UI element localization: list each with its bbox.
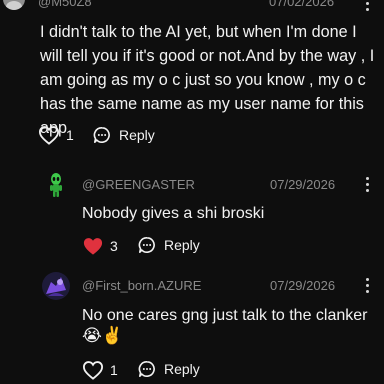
like-count: 3 (110, 238, 118, 254)
comment-text: I didn't talk to the AI yet, but when I'… (40, 23, 375, 137)
reply-label: Reply (164, 361, 200, 377)
reply-button[interactable]: Reply (93, 126, 155, 144)
reply-username[interactable]: @First_born.AZURE (82, 278, 201, 293)
like-button[interactable]: 3 (82, 236, 118, 256)
heart-outline-icon (82, 361, 104, 380)
reply-label: Reply (119, 127, 155, 143)
reply-text: No one cares gng just talk to the clanke… (82, 307, 368, 324)
like-count: 1 (66, 127, 74, 143)
more-options-icon[interactable] (366, 0, 369, 11)
reply-button[interactable]: Reply (138, 236, 200, 254)
like-button[interactable]: 1 (38, 125, 74, 145)
more-options-icon[interactable] (366, 278, 369, 293)
comment-username[interactable]: @M50Z8 (38, 0, 92, 9)
avatar[interactable] (3, 0, 25, 10)
avatar[interactable] (42, 170, 70, 198)
heart-outline-icon (38, 126, 60, 145)
like-button[interactable]: 1 (82, 360, 118, 380)
reply-date: 07/29/2026 (270, 278, 336, 293)
chat-bubble-icon (138, 360, 155, 378)
reply-label: Reply (164, 237, 200, 253)
chat-bubble-icon (93, 126, 110, 144)
green-alien-icon (50, 173, 62, 197)
reply-date: 07/29/2026 (270, 177, 336, 192)
purple-character-icon (46, 277, 66, 296)
heart-filled-icon (83, 238, 103, 255)
reply-username[interactable]: @GREENGASTER (82, 177, 195, 192)
avatar[interactable] (42, 272, 70, 300)
reply-button[interactable]: Reply (138, 360, 200, 378)
like-count: 1 (110, 362, 118, 378)
chat-bubble-icon (138, 236, 155, 254)
comment-date: 07/02/2026 (269, 0, 335, 9)
emoji: 😭✌️ (82, 326, 124, 345)
more-options-icon[interactable] (366, 177, 369, 192)
reply-text: Nobody gives a shi broski (82, 205, 265, 222)
